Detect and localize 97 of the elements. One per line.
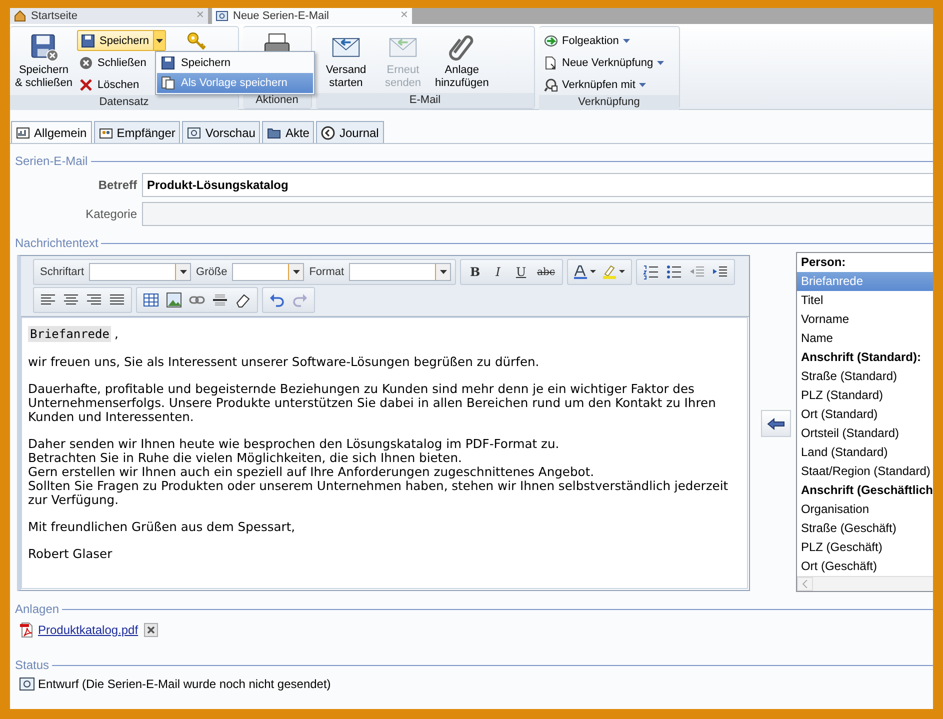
body-paragraph: wir freuen uns, Sie als Interessent unserer Software-Lösungen begrüßen zu dürfen. [28,355,540,369]
list-item[interactable]: Ort (Geschäft) [796,557,933,576]
delete-icon [79,78,94,92]
undo-icon[interactable] [269,292,285,308]
document-tab[interactable]: Startseite ✕ [10,8,208,24]
list-item[interactable]: PLZ (Standard) [796,386,933,405]
table-icon[interactable] [143,292,159,308]
caret-icon[interactable] [153,31,166,50]
body-paragraph: Robert Glaser [28,547,114,561]
list-item[interactable]: Anschrift (Geschäftlich [796,481,933,500]
scroll-left-icon[interactable] [796,577,813,591]
format-button[interactable]: B [465,265,486,279]
insert-button[interactable] [761,410,792,437]
back-icon [321,126,336,140]
body-paragraph: Dauerhafte, profitable und begeisternde Beziehungen zu Kunden sind mehr denn je ein wichtiger Faktor des Unternehmenserfolgs. Unsere Produkte unterstützen Sie dabei in allen Bereichen rund um den Kontakt zu Ihren Kunden und Interessenten. [28,382,717,424]
ribbon-button[interactable]: Neue Verknüpfung [542,52,666,73]
mail-icon [19,676,35,692]
input-field[interactable] [142,202,933,226]
arrow-icon [544,34,558,48]
list-item[interactable]: Staat/Region (Standard) [796,462,933,481]
document-icon [544,56,558,70]
attachment-link[interactable]: Produktkatalog.pdf [38,623,138,637]
list-item[interactable]: Land (Standard) [796,443,933,462]
tab[interactable]: Journal [316,121,384,143]
image-icon[interactable] [166,292,182,308]
format-button[interactable]: abc [534,266,558,278]
list-item[interactable]: Anschrift (Standard): [796,348,933,367]
tab[interactable]: Empfänger [94,121,180,143]
placeholder-field[interactable]: Briefanrede [28,326,112,342]
list-item[interactable]: Vorname [796,310,933,329]
font-color-icon[interactable] [572,264,598,280]
section-title: Nachrichtentext [15,236,98,250]
house-icon [14,10,26,22]
list-item[interactable]: Ortsteil (Standard) [796,424,933,443]
dropdown-field[interactable] [349,263,452,281]
section-title: Anlagen [15,602,60,616]
dropdown-field[interactable] [232,263,304,281]
horizontal-scrollbar[interactable] [796,576,933,591]
chart-icon [16,126,30,140]
format-button[interactable]: I [488,265,508,279]
document-tab[interactable]: Neue Serien-E-Mail ✕ [212,8,412,24]
body-paragraph: Daher senden wir Ihnen heute wie besprochen den Lösungskatalog im PDF-Format zu. Betrachten Sie in Ruhe die vielen Möglichkeiten, die sich Ihnen bieten. Gern erstellen wir Ihnen auch ein speziell auf Ihre Anforderungen zugeschnittenes Angebot. Sollten Sie Fragen zu Produkten oder unserem Unternehmen haben, stehen wir Ihnen selbstverständlich jederzeit zur Verfügung. [28,437,730,507]
tab[interactable]: Allgemein [11,121,92,143]
ribbon-button[interactable]: Speichern & schließen [13,30,74,92]
body-paragraph: Mit freundlichen Grüßen aus dem Spessart, [28,520,296,534]
list-item[interactable]: Ort (Standard) [796,405,933,424]
caret-icon [639,82,646,86]
list-item[interactable]: Straße (Standard) [796,367,933,386]
ribbon-group: Versand starten Erneut senden Anlage hinzufügen E-Mail [316,26,535,109]
list-item[interactable]: PLZ (Geschäft) [796,538,933,557]
ribbon-button[interactable]: Versand starten [319,30,373,92]
pdf-file-icon [19,622,35,638]
caret-icon [622,38,630,42]
eraser-icon[interactable] [235,292,251,308]
status-text: Entwurf (Die Serien-E-Mail wurde noch nicht gesendet) [38,677,331,691]
tab[interactable]: Akte [262,121,314,143]
horizontal-rule-icon[interactable] [212,292,228,308]
contacts-icon [98,126,113,140]
left-arrow-icon [767,418,786,430]
magnifier-icon [544,78,558,92]
caret-icon [180,270,187,274]
mail-icon [216,10,228,22]
ribbon-button[interactable]: Anlage hinzufügen [433,30,491,92]
format-button[interactable]: U [511,265,532,279]
field-label: Kategorie [84,207,138,221]
list-item[interactable]: Straße (Geschäft) [796,519,933,538]
caret-icon [292,270,300,274]
documents-icon [161,76,175,90]
body-text: , [114,327,118,341]
list-item[interactable]: Person: [796,253,933,272]
ribbon-button[interactable]: Folgeaktion [542,30,632,51]
section-title: Serien-E-Mail [15,154,88,168]
floppy-disk-icon [28,32,59,62]
section-title: Status [15,658,50,672]
field-label: Betreff [97,178,138,192]
list-item[interactable]: Titel [796,291,933,310]
list-item[interactable]: Organisation [796,500,933,519]
close-icon [79,56,94,70]
caret-icon [657,60,664,64]
dropdown-field[interactable] [89,263,192,281]
save-split-button[interactable]: Speichern [77,30,166,51]
ribbon-group: Folgeaktion Neue Verknüpfung Verknüpfen mit Verknüpfung [539,26,680,109]
mail-icon [187,126,202,140]
numbered-list-icon[interactable] [643,264,660,280]
combo-label: Format [308,266,346,278]
combo-label: Größe [195,266,228,278]
list-item[interactable]: Name [796,329,933,348]
combo-label: Schriftart [39,266,86,278]
remove-button[interactable] [144,623,158,637]
ribbon-button[interactable]: Löschen [77,74,142,95]
tab[interactable]: Vorschau [182,121,260,143]
input-field[interactable]: Produkt-Lösungskatalog [142,173,933,197]
ribbon-button[interactable]: Schließen [77,52,148,73]
caret-icon [440,270,447,274]
bullet-list-icon[interactable] [666,264,682,280]
folder-icon [267,126,282,140]
ribbon-button[interactable]: Verknüpfen mit [542,74,648,95]
